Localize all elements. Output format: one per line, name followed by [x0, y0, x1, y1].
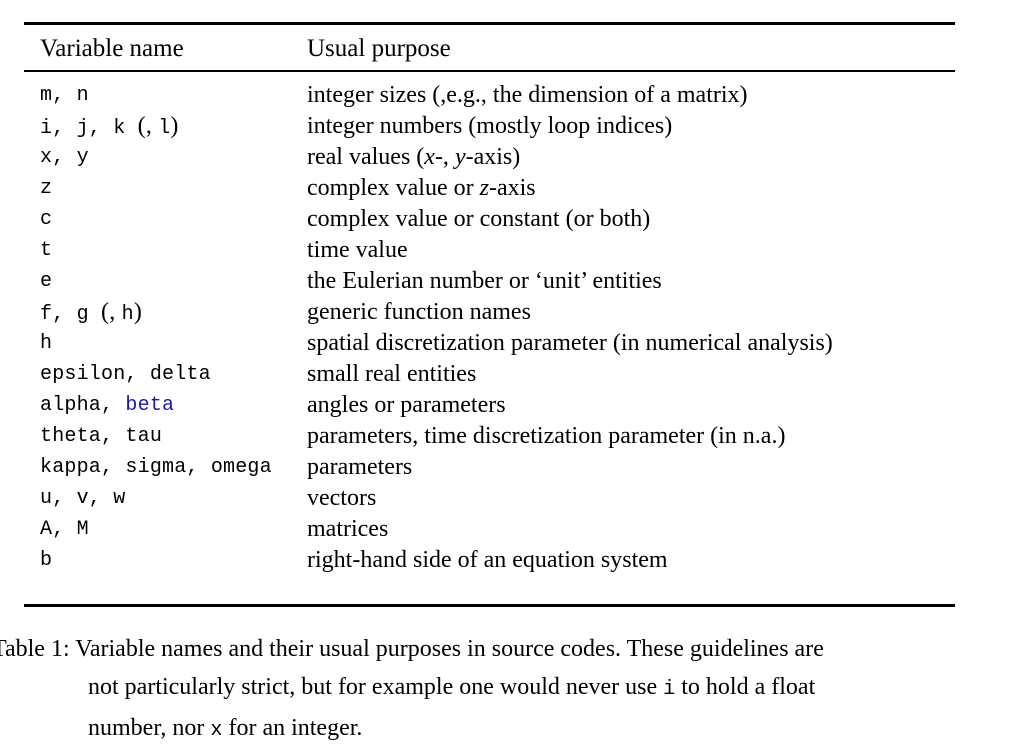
purpose-text: complex value or — [307, 175, 480, 201]
caption-text: Variable names and their usual purposes … — [69, 636, 824, 662]
table-row: alpha, beta angles or parameters — [0, 390, 1010, 421]
column-header-usual-purpose: Usual purpose — [307, 35, 451, 62]
caption-line-3: number, nor x for an integer. — [0, 709, 994, 750]
purpose-cell: integer sizes (,e.g., the dimension of a… — [307, 82, 748, 108]
math-italic-z: z — [479, 175, 489, 201]
purpose-cell: parameters, time discretization paramete… — [307, 423, 786, 449]
purpose-text: real values ( — [307, 144, 425, 170]
purpose-text: -, — [434, 144, 455, 170]
purpose-cell: integer numbers (mostly loop indices) — [307, 113, 673, 139]
math-italic-y: y — [454, 144, 466, 170]
variable-tokens: alpha, — [40, 394, 126, 417]
table-header-rule — [24, 70, 955, 72]
column-header-variable-name: Variable name — [40, 35, 184, 62]
table-row: f, g (, h) generic function names — [0, 297, 1010, 328]
purpose-cell: real values (x-, y-axis) — [307, 142, 520, 173]
purpose-text: -axis) — [465, 144, 521, 170]
table-bottom-rule — [24, 604, 955, 607]
variable-name-cell: epsilon, delta — [40, 363, 211, 386]
purpose-cell: spatial discretization parameter (in num… — [307, 330, 833, 356]
purpose-cell: small real entities — [307, 361, 477, 387]
roman-paren-close: ) — [170, 113, 179, 139]
table-row: theta, tau parameters, time discretizati… — [0, 421, 1010, 452]
variable-name-cell: f, g (, h) — [40, 297, 142, 330]
math-italic-x: x — [424, 144, 435, 170]
purpose-cell: matrices — [307, 516, 389, 542]
variable-name-cell: theta, tau — [40, 425, 163, 448]
table-row: i, j, k (, l) integer numbers (mostly lo… — [0, 111, 1010, 142]
variable-tokens: i, j, k — [40, 117, 138, 140]
variable-name-cell: i, j, k (, l) — [40, 111, 179, 144]
purpose-cell: complex value or z-axis — [307, 173, 536, 204]
roman-paren-open: (, — [101, 299, 122, 325]
variable-name-cell: u, v, w — [40, 487, 126, 510]
caption-label: Table 1: — [0, 636, 70, 662]
variable-name-cell: b — [40, 549, 53, 572]
variable-link-beta[interactable]: beta — [125, 394, 174, 417]
table-row: b right-hand side of an equation system — [0, 545, 1010, 576]
caption-line-2: not particularly strict, but for example… — [0, 668, 994, 709]
purpose-cell: generic function names — [307, 299, 531, 325]
variable-name-cell: alpha, beta — [40, 390, 174, 421]
purpose-cell: angles or parameters — [307, 392, 506, 418]
table-row: m, n integer sizes (,e.g., the dimension… — [0, 80, 1010, 111]
variable-name-cell: kappa, sigma, omega — [40, 456, 272, 479]
caption-text: for an integer. — [222, 715, 363, 741]
caption-text: to hold a float — [675, 674, 816, 700]
variable-name-cell: t — [40, 239, 53, 262]
variable-name-cell: z — [40, 177, 53, 200]
caption-code-x: x — [210, 719, 223, 742]
purpose-cell: right-hand side of an equation system — [307, 547, 668, 573]
purpose-cell: complex value or constant (or both) — [307, 206, 651, 232]
table-row: A, M matrices — [0, 514, 1010, 545]
table-row: u, v, w vectors — [0, 483, 1010, 514]
table-row: kappa, sigma, omega parameters — [0, 452, 1010, 483]
caption-text: number, nor — [88, 715, 211, 741]
variable-name-cell: e — [40, 270, 53, 293]
variable-tokens: l — [158, 117, 171, 140]
variable-name-cell: x, y — [40, 146, 89, 169]
table-row: h spatial discretization parameter (in n… — [0, 328, 1010, 359]
purpose-text: -axis — [488, 175, 536, 201]
purpose-cell: time value — [307, 237, 408, 263]
variable-tokens: h — [121, 303, 134, 326]
variable-name-cell: m, n — [40, 84, 89, 107]
table-row: z complex value or z-axis — [0, 173, 1010, 204]
variable-name-cell: h — [40, 332, 53, 355]
table-row: t time value — [0, 235, 1010, 266]
purpose-cell: vectors — [307, 485, 377, 511]
roman-paren-open: (, — [137, 113, 159, 139]
table-row: x, y real values (x-, y-axis) — [0, 142, 1010, 173]
purpose-cell: the Eulerian number or ‘unit’ entities — [307, 268, 662, 294]
variable-name-cell: c — [40, 208, 53, 231]
caption-code-i: i — [663, 678, 676, 701]
roman-paren-close: ) — [133, 299, 143, 325]
table-row: c complex value or constant (or both) — [0, 204, 1010, 235]
purpose-cell: parameters — [307, 454, 413, 480]
table-top-rule — [24, 22, 955, 25]
table-caption: Table 1: Variable names and their usual … — [0, 630, 994, 750]
caption-line-1: Table 1: Variable names and their usual … — [0, 630, 994, 668]
table-row: epsilon, delta small real entities — [0, 359, 1010, 390]
caption-text: not particularly strict, but for example… — [88, 674, 664, 700]
table-header-row: Variable name Usual purpose — [0, 33, 1010, 64]
variable-name-cell: A, M — [40, 518, 89, 541]
variable-tokens: f, g — [40, 303, 102, 326]
table-row: e the Eulerian number or ‘unit’ entities — [0, 266, 1010, 297]
